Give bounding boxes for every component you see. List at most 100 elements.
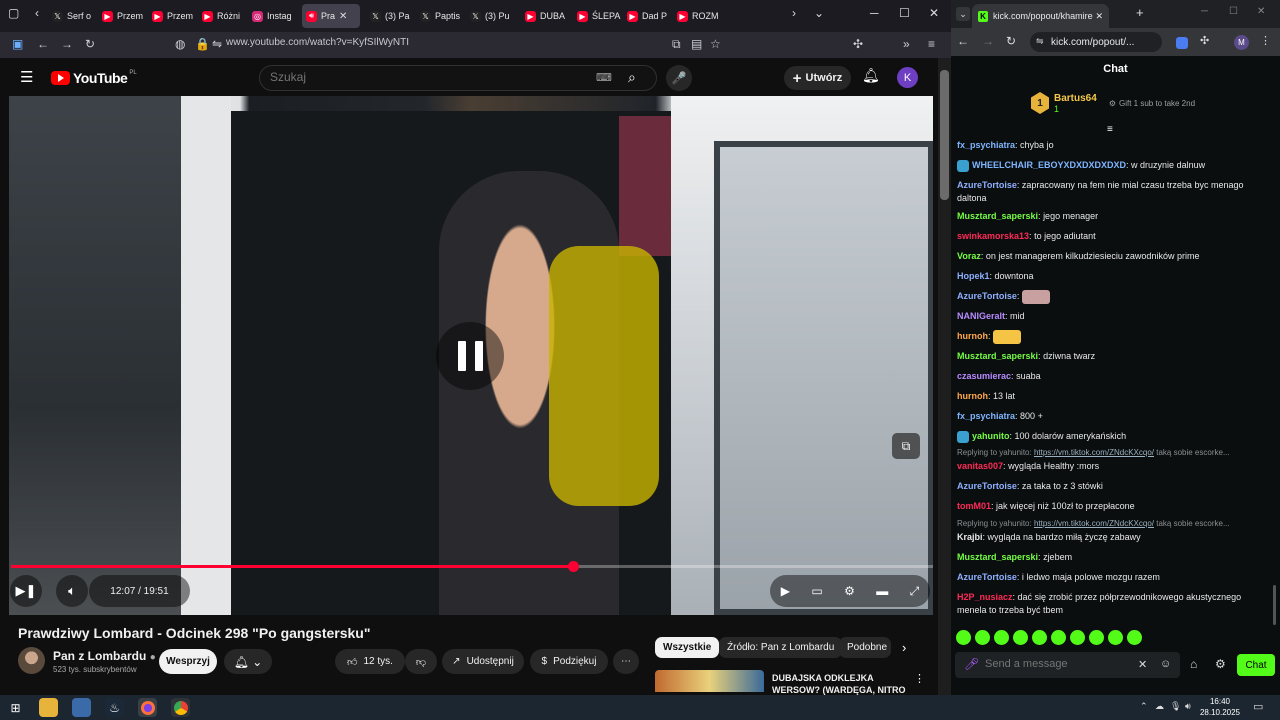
this-pc-icon[interactable] (72, 698, 91, 717)
recommended-menu-icon[interactable]: ⋮ (914, 672, 925, 685)
chrome-address-bar[interactable]: ⇋ kick.com/popout/... (1030, 32, 1162, 52)
gift-leaderboard[interactable]: 1 Bartus64 1 ⚙ Gift 1 sub to take 2nd (1031, 92, 1195, 114)
chat-username[interactable]: AzureTortoise (957, 180, 1017, 190)
chrome-extension-icon[interactable] (1176, 37, 1188, 49)
chat-username[interactable]: fx_psychiatra (957, 140, 1015, 150)
chat-username[interactable]: fx_psychiatra (957, 411, 1015, 421)
mute-button[interactable]: 🔈︎ (56, 575, 88, 607)
hamburger-menu-icon[interactable]: ≡ (928, 37, 935, 51)
reader-view-icon[interactable]: ▤ (691, 37, 702, 51)
chrome-extensions-puzzle-icon[interactable]: ✣ (1200, 34, 1209, 47)
quick-emote-icon[interactable] (1070, 630, 1085, 645)
list-all-tabs-icon[interactable]: ⌄ (814, 6, 824, 20)
close-window-icon[interactable]: ✕ (929, 6, 939, 20)
chrome-reload-icon[interactable]: ↻ (1006, 34, 1016, 48)
chrome-menu-icon[interactable]: ⋮ (1260, 34, 1271, 47)
chat-username[interactable]: NANIGeralt (957, 311, 1005, 321)
reply-link[interactable]: https://vm.tiktok.com/ZNdcKXcqo/ (1034, 519, 1154, 528)
chat-username[interactable]: hurnoh (957, 331, 988, 341)
keyboard-icon[interactable]: ⌨ (596, 71, 612, 84)
reload-icon[interactable]: ↻ (85, 37, 95, 51)
site-info-icon[interactable]: ⇋ (1036, 36, 1044, 47)
chat-username[interactable]: H2P_nusiacz (957, 592, 1013, 602)
quick-emote-icon[interactable] (956, 630, 971, 645)
firefox-taskbar-icon[interactable] (138, 698, 157, 717)
chat-settings-icon[interactable]: ⚙ (1215, 657, 1226, 671)
chrome-maximize-icon[interactable]: ☐ (1229, 6, 1238, 17)
share-button[interactable]: ↗ Udostępnij (442, 649, 524, 674)
chat-username[interactable]: Musztard_saperski (957, 211, 1038, 221)
back-icon[interactable]: ← (37, 37, 49, 51)
tray-cloud-icon[interactable]: ☁ (1155, 701, 1164, 712)
browser-tab[interactable]: 𝕏 (3) Pu (470, 4, 516, 28)
chat-username[interactable]: AzureTortoise (957, 572, 1017, 582)
chat-scrollbar[interactable] (1273, 585, 1276, 625)
chat-send-button[interactable]: Chat (1237, 654, 1275, 676)
forward-icon[interactable]: → (61, 37, 73, 51)
chrome-minimize-icon[interactable]: ─ (1201, 6, 1208, 17)
scrollbar-thumb[interactable] (940, 70, 949, 200)
quick-emote-icon[interactable] (994, 630, 1009, 645)
chat-username[interactable]: swinkamorska13 (957, 231, 1029, 241)
emoji-icon[interactable]: ☺ (1160, 658, 1171, 670)
search-icon[interactable]: ⌕ (628, 69, 636, 86)
browser-tab[interactable]: ▶ Różni (202, 4, 248, 28)
recommended-thumbnail[interactable] (655, 670, 764, 692)
taskbar-clock[interactable]: 16:40 28.10.2025 (1195, 696, 1245, 718)
thanks-button[interactable]: $ Podziękuj (530, 649, 608, 674)
quick-emote-icon[interactable] (1013, 630, 1028, 645)
notifications-bell-icon[interactable]: 🔔︎ (862, 67, 880, 84)
browser-tab[interactable]: ▶ Dad P (627, 4, 673, 28)
chat-username[interactable]: yahunito (972, 431, 1010, 441)
new-tab-icon[interactable]: + (1136, 5, 1144, 20)
tabs-scroll-left-icon[interactable]: ‹ (35, 6, 39, 20)
guide-menu-icon[interactable]: ☰ (20, 68, 33, 86)
quick-emote-icon[interactable] (1127, 630, 1142, 645)
pause-overlay-icon[interactable] (436, 322, 504, 390)
overflow-chevrons-icon[interactable]: » (903, 37, 910, 51)
quick-emote-icon[interactable] (975, 630, 990, 645)
quick-emote-icon[interactable] (1108, 630, 1123, 645)
filter-chip[interactable]: Wszystkie (655, 637, 720, 658)
reply-context[interactable]: Replying to yahunito: https://vm.tiktok.… (957, 448, 1272, 457)
extensions-puzzle-icon[interactable]: ✣ (853, 37, 863, 51)
chat-username[interactable]: Krajbi (957, 532, 983, 542)
more-actions-icon[interactable]: ⋯ (613, 649, 639, 674)
tracking-shield-icon[interactable]: ◍ (175, 37, 185, 51)
chrome-forward-icon[interactable]: → (982, 34, 994, 48)
filter-chip[interactable]: Podobne (839, 637, 891, 658)
tray-mic-icon[interactable]: 🎙︎ (1170, 701, 1181, 712)
chat-username[interactable]: vanitas007 (957, 461, 1003, 471)
chat-username[interactable]: AzureTortoise (957, 481, 1017, 491)
recommended-title[interactable]: DUBAJSKA ODKLEJKA WERSOW? (WARDĘGA, NITR… (772, 672, 912, 695)
chat-filter-icon[interactable]: ≡ (1107, 124, 1113, 135)
picture-in-picture-icon[interactable]: ⧉ (672, 37, 681, 52)
browser-tab[interactable]: 𝕏 (3) Pa (370, 4, 416, 28)
tray-overflow-icon[interactable]: ⌃ (1140, 701, 1148, 712)
chat-mic-icon[interactable]: 🎤︎ (964, 657, 979, 671)
subscription-bell-button[interactable]: 🔔︎ ⌄ (224, 649, 272, 674)
channel-avatar[interactable] (18, 647, 45, 674)
theater-mode-icon[interactable]: ▬ (876, 584, 888, 598)
chat-username[interactable]: Musztard_saperski (957, 351, 1038, 361)
chrome-profile-avatar[interactable]: M (1234, 35, 1249, 50)
chat-message-input[interactable] (985, 658, 1125, 670)
browser-tab[interactable]: ▶ ŚLEPA (577, 4, 623, 28)
store-icon[interactable]: ⌂ (1190, 657, 1197, 671)
file-explorer-icon[interactable] (39, 698, 58, 717)
browser-tab[interactable]: ▶ Przem (102, 4, 148, 28)
chat-username[interactable]: hurnoh (957, 391, 988, 401)
close-tab-icon[interactable]: ✕ (1095, 11, 1103, 22)
firefox-view-icon[interactable]: ▢ (8, 6, 19, 20)
steam-icon[interactable]: ♨ (105, 698, 124, 717)
permissions-icon[interactable]: ⇋ (212, 37, 222, 51)
progress-bar[interactable] (11, 561, 933, 572)
tab-search-icon[interactable]: ⌄ (956, 7, 970, 21)
chrome-close-icon[interactable]: ✕ (1257, 6, 1265, 17)
maximize-icon[interactable]: ☐ (899, 6, 910, 20)
miniplayer-icon[interactable]: ⧉ (892, 433, 920, 459)
browser-tab[interactable]: 𝕏 Paptis (420, 4, 466, 28)
minimize-icon[interactable]: ─ (870, 6, 879, 20)
browser-tab[interactable]: ▶ Przem (152, 4, 198, 28)
settings-gear-icon[interactable]: ⚙ (844, 584, 855, 598)
